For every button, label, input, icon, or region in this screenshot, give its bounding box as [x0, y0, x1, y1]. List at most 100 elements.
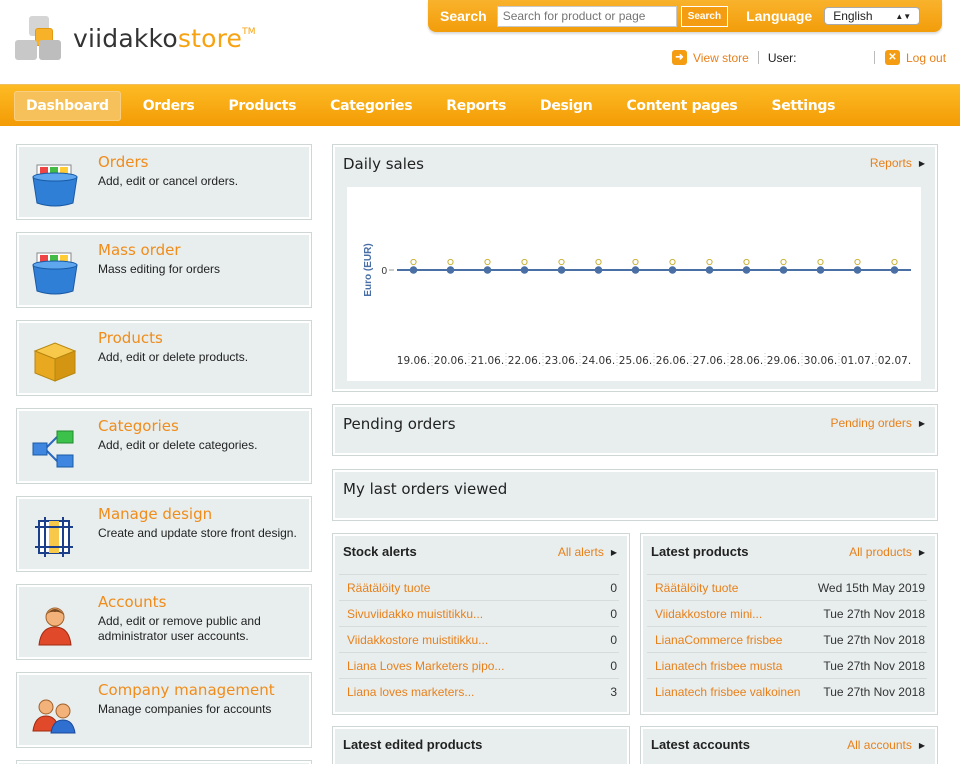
value-marker [595, 258, 602, 266]
product-link[interactable]: Viidakkostore mini... [655, 607, 762, 621]
data-point [705, 266, 714, 274]
data-point [557, 266, 566, 274]
pending-orders-link-label: Pending orders [830, 416, 912, 430]
pending-orders-title: Pending orders [343, 415, 456, 433]
view-store-link[interactable]: View store [693, 51, 749, 65]
card-title: Products [98, 329, 163, 347]
card-title: Accounts [98, 593, 167, 611]
card-desc: Create and update store front design. [98, 526, 297, 540]
x-tick-label: 25.06. [619, 355, 652, 367]
card-manage-design[interactable]: Manage design Create and update store fr… [16, 496, 312, 572]
value-marker [854, 258, 861, 266]
stock-count: 0 [610, 580, 617, 595]
latest-edited-panel: Latest edited products [332, 726, 630, 764]
stock-item-link[interactable]: Sivuviidakko muistitikku... [347, 607, 483, 621]
triangle-right-icon: ▶ [918, 547, 925, 557]
value-marker [447, 258, 454, 266]
nav-content-pages[interactable]: Content pages [614, 91, 749, 121]
header: viidakkostoreTM Search Search Language E… [0, 0, 960, 84]
x-tick-label: 24.06. [582, 355, 615, 367]
all-products-link[interactable]: All products ▶ [849, 545, 925, 559]
card-categories[interactable]: Categories Add, edit or delete categorie… [16, 408, 312, 484]
logo-tm: TM [242, 26, 256, 37]
nav-reports[interactable]: Reports [434, 91, 518, 121]
logo-text: viidakkostoreTM [73, 24, 256, 53]
value-marker [558, 258, 565, 266]
product-link[interactable]: Lianatech frisbee musta [655, 659, 782, 673]
shortcut-cards: Orders Add, edit or cancel orders. Mass … [16, 144, 312, 764]
card-products[interactable]: Products Add, edit or delete products. [16, 320, 312, 396]
latest-products-panel: Latest products All products ▶ Räätälöity… [640, 533, 938, 715]
product-link[interactable]: Lianatech frisbee valkoinen [655, 685, 800, 699]
select-arrows-icon: ▲▼ [895, 11, 912, 21]
card-title: Manage design [98, 505, 213, 523]
daily-sales-chart: Euro (EUR) 0 19.06. 20.06. 21.06. 22.06. 23.06… [347, 187, 921, 381]
product-link[interactable]: LianaCommerce frisbee [655, 633, 782, 647]
card-title: Categories [98, 417, 179, 435]
all-accounts-link[interactable]: All accounts ▶ [847, 738, 925, 752]
logo-blocks-icon [15, 16, 67, 60]
reports-link[interactable]: Reports ▶ [870, 156, 925, 170]
y-tick-label: 0 [381, 266, 387, 277]
value-marker [706, 258, 713, 266]
data-point [816, 266, 825, 274]
search-button[interactable]: Search [680, 5, 729, 27]
triangle-right-icon: ▶ [918, 418, 925, 428]
list-item: Lianatech frisbee musta Tue 27th Nov 2018 [647, 652, 927, 678]
logout-link[interactable]: Log out [906, 51, 946, 65]
search-input[interactable] [496, 5, 677, 27]
latest-products-title: Latest products [651, 544, 749, 559]
search-label: Search [440, 8, 487, 24]
nav-dashboard[interactable]: Dashboard [14, 90, 121, 121]
divider [874, 51, 875, 64]
stock-item-link[interactable]: Räätälöity tuote [347, 581, 430, 595]
card-orders[interactable]: Orders Add, edit or cancel orders. [16, 144, 312, 220]
x-tick-label: 19.06. [397, 355, 430, 367]
nav-orders[interactable]: Orders [131, 91, 207, 121]
pending-orders-link[interactable]: Pending orders ▶ [830, 416, 925, 430]
product-date: Tue 27th Nov 2018 [823, 658, 925, 673]
card-title: Orders [98, 153, 149, 171]
list-item: Sivuviidakko muistitikku... 0 [339, 600, 619, 626]
x-tick-label: 28.06. [730, 355, 763, 367]
data-point [520, 266, 529, 274]
logo-brand-dark: viidakko [73, 23, 178, 53]
users-group-icon [31, 691, 79, 735]
stock-count: 3 [610, 684, 617, 699]
daily-sales-title: Daily sales [343, 155, 424, 173]
data-point [631, 266, 640, 274]
x-tick-label: 01.07. [841, 355, 874, 367]
value-marker [632, 258, 639, 266]
value-marker [521, 258, 528, 266]
nav-categories[interactable]: Categories [318, 91, 424, 121]
latest-edited-title: Latest edited products [343, 737, 483, 752]
card-company-management[interactable]: Company management Manage companies for … [16, 672, 312, 748]
x-tick-label: 22.06. [508, 355, 541, 367]
data-point [742, 266, 751, 274]
product-date: Tue 27th Nov 2018 [823, 632, 925, 647]
language-select[interactable]: English ▲▼ [824, 7, 921, 25]
all-alerts-link[interactable]: All alerts ▶ [558, 545, 617, 559]
stock-item-link[interactable]: Liana Loves Marketers pipo... [347, 659, 504, 673]
stock-item-link[interactable]: Viidakkostore muistitikku... [347, 633, 488, 647]
data-point [409, 266, 418, 274]
nav-design[interactable]: Design [528, 91, 604, 121]
user-label: User: [767, 50, 797, 65]
stock-item-link[interactable]: Liana loves marketers... [347, 685, 474, 699]
list-item: LianaCommerce frisbee Tue 27th Nov 2018 [647, 626, 927, 652]
logo-brand-light: store [177, 23, 243, 53]
nav-products[interactable]: Products [216, 91, 308, 121]
logout: ✕ Log out [874, 50, 946, 65]
last-orders-panel: My last orders viewed [332, 469, 938, 521]
card-mass-order[interactable]: Mass order Mass editing for orders [16, 232, 312, 308]
nav-settings[interactable]: Settings [759, 91, 847, 121]
product-date: Tue 27th Nov 2018 [823, 684, 925, 699]
store-logo[interactable]: viidakkostoreTM [15, 16, 256, 60]
product-link[interactable]: Räätälöity tuote [655, 581, 738, 595]
triangle-right-icon: ▶ [918, 158, 925, 168]
x-tick-label: 21.06. [471, 355, 504, 367]
data-point [594, 266, 603, 274]
card-accounts[interactable]: Accounts Add, edit or remove public and … [16, 584, 312, 660]
card-desc: Mass editing for orders [98, 262, 221, 276]
category-tree-icon [31, 427, 79, 471]
